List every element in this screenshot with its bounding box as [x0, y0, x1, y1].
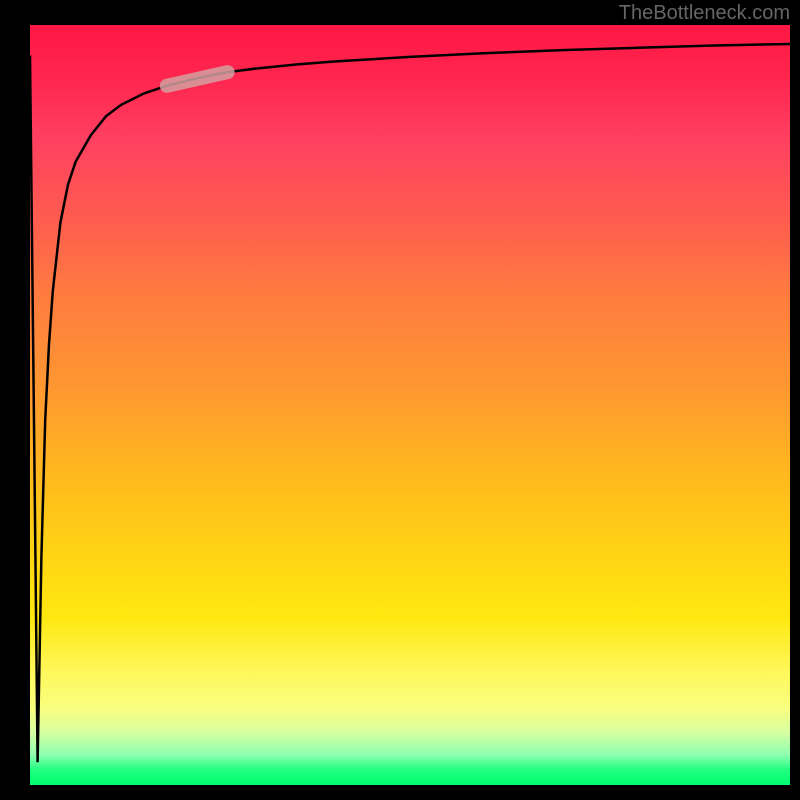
highlight-segment	[30, 25, 790, 785]
chart-area	[30, 25, 790, 785]
watermark-text: TheBottleneck.com	[619, 2, 790, 25]
